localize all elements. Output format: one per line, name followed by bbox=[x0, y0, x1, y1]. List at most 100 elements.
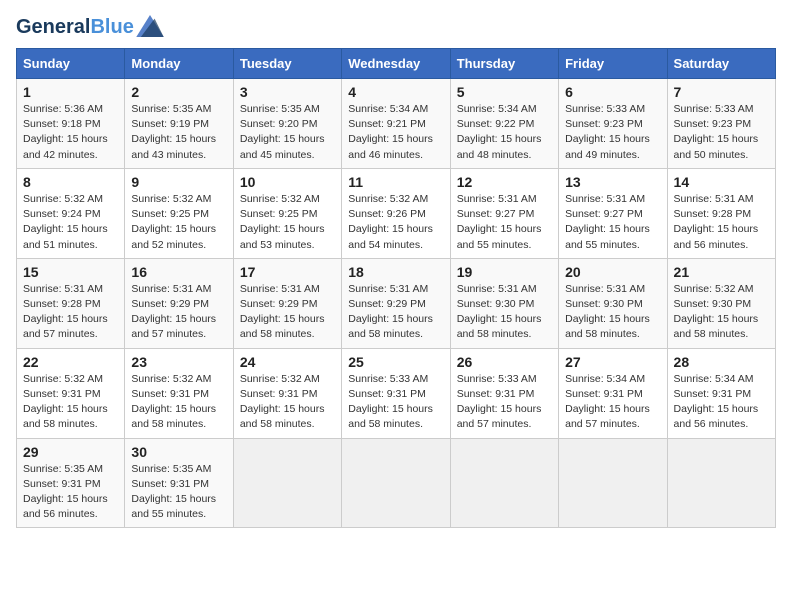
calendar-cell: 16 Sunrise: 5:31 AMSunset: 9:29 PMDayligh… bbox=[125, 258, 233, 348]
day-number: 21 bbox=[674, 264, 769, 280]
logo-icon bbox=[136, 15, 164, 37]
week-row-2: 8 Sunrise: 5:32 AMSunset: 9:24 PMDaylight… bbox=[17, 168, 776, 258]
day-number: 25 bbox=[348, 354, 443, 370]
calendar-cell: 25 Sunrise: 5:33 AMSunset: 9:31 PMDayligh… bbox=[342, 348, 450, 438]
calendar-cell: 13 Sunrise: 5:31 AMSunset: 9:27 PMDayligh… bbox=[559, 168, 667, 258]
calendar-cell: 9Sunrise: 5:32 AMSunset: 9:25 PMDaylight… bbox=[125, 168, 233, 258]
calendar-cell: 22 Sunrise: 5:32 AMSunset: 9:31 PMDayligh… bbox=[17, 348, 125, 438]
calendar-cell: 24Sunrise: 5:32 AMSunset: 9:31 PMDayligh… bbox=[233, 348, 341, 438]
header-friday: Friday bbox=[559, 49, 667, 79]
calendar-cell: 15 Sunrise: 5:31 AMSunset: 9:28 PMDayligh… bbox=[17, 258, 125, 348]
header-row: SundayMondayTuesdayWednesdayThursdayFrid… bbox=[17, 49, 776, 79]
day-number: 22 bbox=[23, 354, 118, 370]
day-number: 16 bbox=[131, 264, 226, 280]
calendar-cell: 26 Sunrise: 5:33 AMSunset: 9:31 PMDayligh… bbox=[450, 348, 558, 438]
day-detail: Sunrise: 5:31 AMSunset: 9:27 PMDaylight:… bbox=[457, 192, 552, 253]
day-detail: Sunrise: 5:35 AMSunset: 9:31 PMDaylight:… bbox=[131, 462, 226, 523]
day-detail: Sunrise: 5:32 AMSunset: 9:31 PMDaylight:… bbox=[131, 372, 226, 433]
calendar-cell: 12 Sunrise: 5:31 AMSunset: 9:27 PMDayligh… bbox=[450, 168, 558, 258]
day-detail: Sunrise: 5:31 AMSunset: 9:27 PMDaylight:… bbox=[565, 192, 660, 253]
calendar-cell: 7 Sunrise: 5:33 AMSunset: 9:23 PMDaylight… bbox=[667, 79, 775, 169]
calendar-cell: 18Sunrise: 5:31 AMSunset: 9:29 PMDayligh… bbox=[342, 258, 450, 348]
calendar-cell: 20Sunrise: 5:31 AMSunset: 9:30 PMDayligh… bbox=[559, 258, 667, 348]
day-detail: Sunrise: 5:32 AMSunset: 9:26 PMDaylight:… bbox=[348, 192, 443, 253]
day-number: 5 bbox=[457, 84, 552, 100]
week-row-1: 1Sunrise: 5:36 AMSunset: 9:18 PMDaylight… bbox=[17, 79, 776, 169]
calendar-cell: 2 Sunrise: 5:35 AMSunset: 9:19 PMDaylight… bbox=[125, 79, 233, 169]
day-number: 24 bbox=[240, 354, 335, 370]
day-number: 4 bbox=[348, 84, 443, 100]
header-sunday: Sunday bbox=[17, 49, 125, 79]
day-number: 1 bbox=[23, 84, 118, 100]
day-number: 11 bbox=[348, 174, 443, 190]
day-detail: Sunrise: 5:32 AMSunset: 9:31 PMDaylight:… bbox=[23, 372, 118, 433]
day-detail: Sunrise: 5:31 AMSunset: 9:29 PMDaylight:… bbox=[131, 282, 226, 343]
day-detail: Sunrise: 5:35 AMSunset: 9:19 PMDaylight:… bbox=[131, 102, 226, 163]
week-row-3: 15 Sunrise: 5:31 AMSunset: 9:28 PMDayligh… bbox=[17, 258, 776, 348]
calendar-cell: 17 Sunrise: 5:31 AMSunset: 9:29 PMDayligh… bbox=[233, 258, 341, 348]
day-number: 2 bbox=[131, 84, 226, 100]
day-detail: Sunrise: 5:34 AMSunset: 9:22 PMDaylight:… bbox=[457, 102, 552, 163]
day-detail: Sunrise: 5:32 AMSunset: 9:25 PMDaylight:… bbox=[240, 192, 335, 253]
week-row-5: 29 Sunrise: 5:35 AMSunset: 9:31 PMDayligh… bbox=[17, 438, 776, 528]
day-number: 17 bbox=[240, 264, 335, 280]
day-number: 13 bbox=[565, 174, 660, 190]
calendar-cell bbox=[233, 438, 341, 528]
day-number: 14 bbox=[674, 174, 769, 190]
day-detail: Sunrise: 5:34 AMSunset: 9:21 PMDaylight:… bbox=[348, 102, 443, 163]
calendar-cell bbox=[342, 438, 450, 528]
calendar-cell bbox=[450, 438, 558, 528]
day-number: 27 bbox=[565, 354, 660, 370]
calendar-cell: 8 Sunrise: 5:32 AMSunset: 9:24 PMDaylight… bbox=[17, 168, 125, 258]
day-detail: Sunrise: 5:31 AMSunset: 9:28 PMDaylight:… bbox=[23, 282, 118, 343]
calendar-cell: 6 Sunrise: 5:33 AMSunset: 9:23 PMDaylight… bbox=[559, 79, 667, 169]
day-number: 20 bbox=[565, 264, 660, 280]
day-number: 23 bbox=[131, 354, 226, 370]
calendar-cell: 3 Sunrise: 5:35 AMSunset: 9:20 PMDaylight… bbox=[233, 79, 341, 169]
day-number: 28 bbox=[674, 354, 769, 370]
calendar-cell: 14 Sunrise: 5:31 AMSunset: 9:28 PMDayligh… bbox=[667, 168, 775, 258]
day-number: 3 bbox=[240, 84, 335, 100]
day-detail: Sunrise: 5:33 AMSunset: 9:31 PMDaylight:… bbox=[457, 372, 552, 433]
day-number: 26 bbox=[457, 354, 552, 370]
calendar-cell: 28 Sunrise: 5:34 AMSunset: 9:31 PMDayligh… bbox=[667, 348, 775, 438]
day-detail: Sunrise: 5:33 AMSunset: 9:23 PMDaylight:… bbox=[565, 102, 660, 163]
logo-text: GeneralBlue bbox=[16, 16, 134, 38]
day-number: 6 bbox=[565, 84, 660, 100]
calendar-cell bbox=[559, 438, 667, 528]
day-detail: Sunrise: 5:31 AMSunset: 9:29 PMDaylight:… bbox=[240, 282, 335, 343]
day-number: 12 bbox=[457, 174, 552, 190]
day-detail: Sunrise: 5:35 AMSunset: 9:20 PMDaylight:… bbox=[240, 102, 335, 163]
day-number: 10 bbox=[240, 174, 335, 190]
day-detail: Sunrise: 5:32 AMSunset: 9:24 PMDaylight:… bbox=[23, 192, 118, 253]
calendar-table: SundayMondayTuesdayWednesdayThursdayFrid… bbox=[16, 48, 776, 528]
day-number: 30 bbox=[131, 444, 226, 460]
calendar-cell bbox=[667, 438, 775, 528]
calendar-cell: 29 Sunrise: 5:35 AMSunset: 9:31 PMDayligh… bbox=[17, 438, 125, 528]
header-saturday: Saturday bbox=[667, 49, 775, 79]
calendar-cell: 11 Sunrise: 5:32 AMSunset: 9:26 PMDayligh… bbox=[342, 168, 450, 258]
day-detail: Sunrise: 5:32 AMSunset: 9:30 PMDaylight:… bbox=[674, 282, 769, 343]
calendar-cell: 21 Sunrise: 5:32 AMSunset: 9:30 PMDayligh… bbox=[667, 258, 775, 348]
calendar-cell: 5 Sunrise: 5:34 AMSunset: 9:22 PMDaylight… bbox=[450, 79, 558, 169]
day-detail: Sunrise: 5:35 AMSunset: 9:31 PMDaylight:… bbox=[23, 462, 118, 523]
logo: GeneralBlue bbox=[16, 16, 164, 38]
day-detail: Sunrise: 5:32 AMSunset: 9:25 PMDaylight:… bbox=[131, 192, 226, 253]
day-detail: Sunrise: 5:31 AMSunset: 9:28 PMDaylight:… bbox=[674, 192, 769, 253]
calendar-cell: 1Sunrise: 5:36 AMSunset: 9:18 PMDaylight… bbox=[17, 79, 125, 169]
header-thursday: Thursday bbox=[450, 49, 558, 79]
day-number: 7 bbox=[674, 84, 769, 100]
calendar-cell: 19Sunrise: 5:31 AMSunset: 9:30 PMDayligh… bbox=[450, 258, 558, 348]
day-detail: Sunrise: 5:31 AMSunset: 9:29 PMDaylight:… bbox=[348, 282, 443, 343]
day-detail: Sunrise: 5:33 AMSunset: 9:23 PMDaylight:… bbox=[674, 102, 769, 163]
page-header: GeneralBlue bbox=[16, 16, 776, 38]
day-detail: Sunrise: 5:33 AMSunset: 9:31 PMDaylight:… bbox=[348, 372, 443, 433]
day-number: 8 bbox=[23, 174, 118, 190]
day-detail: Sunrise: 5:34 AMSunset: 9:31 PMDaylight:… bbox=[674, 372, 769, 433]
day-number: 29 bbox=[23, 444, 118, 460]
day-number: 19 bbox=[457, 264, 552, 280]
calendar-cell: 23 Sunrise: 5:32 AMSunset: 9:31 PMDayligh… bbox=[125, 348, 233, 438]
calendar-cell: 10 Sunrise: 5:32 AMSunset: 9:25 PMDayligh… bbox=[233, 168, 341, 258]
day-number: 15 bbox=[23, 264, 118, 280]
header-monday: Monday bbox=[125, 49, 233, 79]
